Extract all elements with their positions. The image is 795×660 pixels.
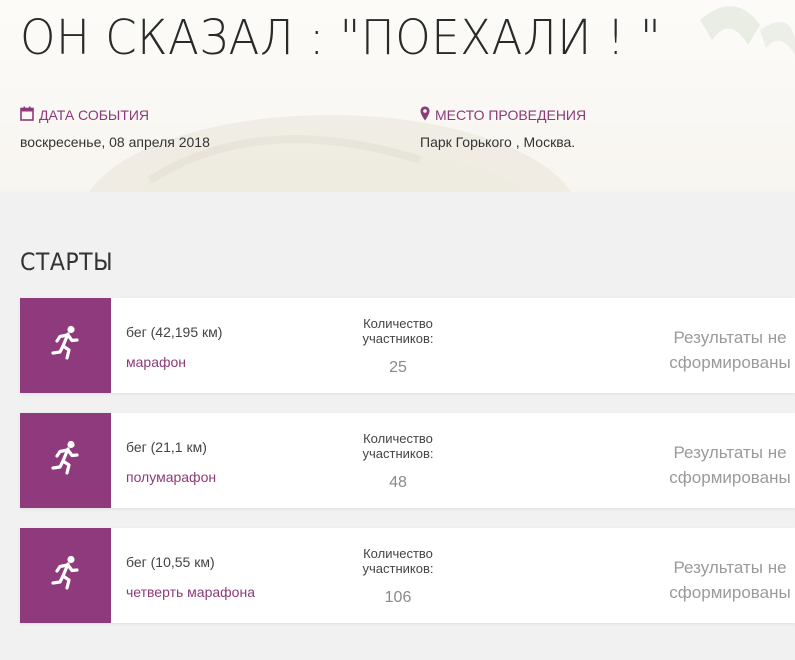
participants-label: Количество участников:	[362, 431, 434, 461]
start-distance: бег (10,55 км)	[126, 554, 215, 570]
starts-section-title: СТАРТЫ	[20, 248, 114, 276]
start-card-info: бег (10,55 км) четверть марафона	[126, 554, 255, 602]
start-participants: Количество участников: 48	[355, 431, 441, 492]
start-card-icon-box	[20, 298, 111, 393]
running-icon	[46, 553, 86, 598]
start-results-status: Результаты не сформированы	[669, 558, 791, 602]
start-distance: бег (42,195 км)	[126, 324, 223, 340]
event-date: ДАТА СОБЫТИЯ воскресенье, 08 апреля 2018	[20, 106, 210, 150]
event-place-label-row: МЕСТО ПРОВЕДЕНИЯ	[420, 106, 586, 124]
start-distance: бег (21,1 км)	[126, 439, 207, 455]
participants-count: 48	[389, 474, 407, 491]
participants-label: Количество участников:	[362, 546, 434, 576]
start-name-link[interactable]: четверть марафона	[126, 584, 255, 600]
event-place: МЕСТО ПРОВЕДЕНИЯ Парк Горького , Москва.	[420, 106, 586, 150]
start-card-marathon[interactable]: бег (42,195 км) марафон Количество участ…	[20, 298, 795, 393]
start-participants: Количество участников: 25	[355, 316, 441, 377]
event-date-label: ДАТА СОБЫТИЯ	[39, 107, 150, 123]
start-card-info: бег (42,195 км) марафон	[126, 324, 222, 372]
event-date-value: воскресенье, 08 апреля 2018	[20, 134, 210, 150]
event-place-value: Парк Горького , Москва.	[420, 134, 576, 150]
start-participants: Количество участников: 106	[355, 546, 441, 607]
event-place-label: МЕСТО ПРОВЕДЕНИЯ	[435, 107, 587, 123]
participants-label: Количество участников:	[362, 316, 434, 346]
start-card-icon-box	[20, 413, 111, 508]
start-card-half-marathon[interactable]: бег (21,1 км) полумарафон Количество уча…	[20, 413, 795, 508]
event-header: ОН СКАЗАЛ : "ПОЕХАЛИ ! " ДАТА СОБЫТИЯ во…	[0, 0, 795, 192]
participants-count: 106	[384, 589, 412, 606]
map-marker-icon	[420, 106, 430, 124]
event-date-label-row: ДАТА СОБЫТИЯ	[20, 106, 210, 124]
start-card-info: бег (21,1 км) полумарафон	[126, 439, 216, 487]
running-icon	[46, 323, 86, 368]
event-title: ОН СКАЗАЛ : "ПОЕХАЛИ ! "	[20, 10, 662, 66]
start-card-quarter-marathon[interactable]: бег (10,55 км) четверть марафона Количес…	[20, 528, 795, 623]
starts-list: бег (42,195 км) марафон Количество участ…	[20, 298, 795, 623]
running-icon	[46, 438, 86, 483]
start-results-status: Результаты не сформированы	[669, 328, 791, 372]
calendar-icon	[20, 106, 34, 124]
start-card-icon-box	[20, 528, 111, 623]
start-name-link[interactable]: полумарафон	[126, 469, 216, 485]
participants-count: 25	[389, 359, 407, 376]
start-name-link[interactable]: марафон	[126, 354, 186, 370]
start-results-status: Результаты не сформированы	[669, 443, 791, 487]
